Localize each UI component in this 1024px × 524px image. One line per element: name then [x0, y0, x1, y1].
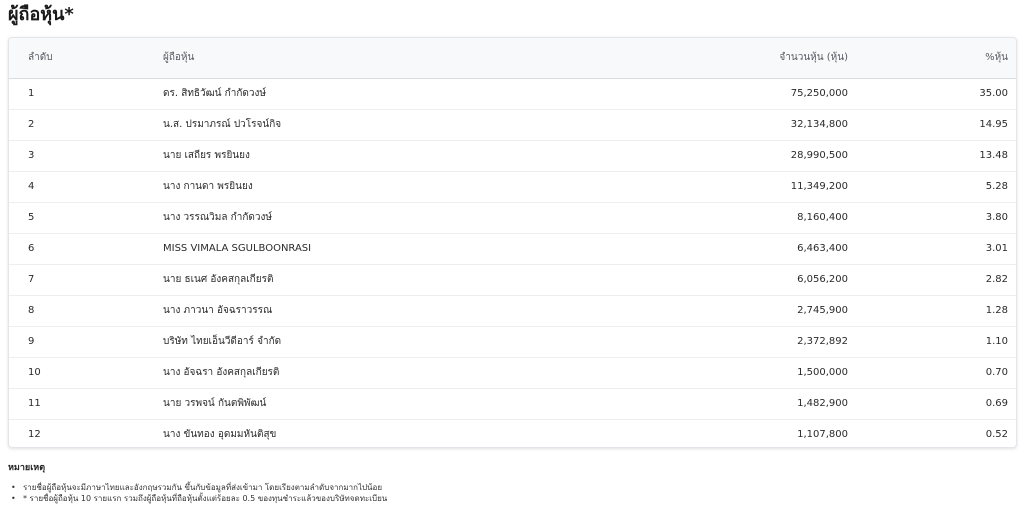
cell-shareholder: นาย เสถียร พรยินยง: [163, 150, 250, 161]
table-row: 11 นาย วรพจน์ กันตพิพัฒน์ 1,482,900 0.69: [9, 388, 1016, 419]
cell-shares: 28,990,500: [790, 150, 848, 161]
cell-shares: 75,250,000: [790, 88, 848, 99]
shareholders-table: ลำดับ ผู้ถือหุ้น จำนวนหุ้น (หุ้น) %หุ้น …: [9, 38, 1016, 447]
table-row: 4 นาง กานดา พรยินยง 11,349,200 5.28: [9, 171, 1016, 202]
cell-percent: 0.70: [985, 367, 1008, 378]
cell-shareholder: นาง วรรณวิมล กำกัดวงษ์: [163, 212, 272, 223]
cell-percent: 3.80: [985, 212, 1008, 223]
notes-section: หมายเหตุ • รายชื่อผู้ถือหุ้นจะมีภาษาไทยแ…: [8, 462, 1008, 504]
cell-shareholder: น.ส. ปรมาภรณ์ ปวโรจน์กิจ: [163, 119, 282, 130]
cell-rank: 10: [28, 367, 41, 378]
cell-shareholder: นาง กานดา พรยินยง: [163, 181, 253, 192]
table-row: 6 MISS VIMALA SGULBOONRASI 6,463,400 3.0…: [9, 233, 1016, 264]
notes-title: หมายเหตุ: [8, 463, 46, 473]
note-item: • * รายชื่อผู้ถือหุ้น 10 รายแรก รวมถึงผู…: [11, 493, 1008, 504]
table-row: 10 นาง อัจฉรา อังคสกุลเกียรติ 1,500,000 …: [9, 357, 1016, 388]
cell-percent: 2.82: [985, 274, 1008, 285]
note-item: • รายชื่อผู้ถือหุ้นจะมีภาษาไทยและอังกฤษร…: [11, 482, 1008, 493]
cell-rank: 11: [28, 398, 41, 409]
header-percent: %หุ้น: [848, 38, 1016, 79]
cell-shares: 8,160,400: [797, 212, 848, 223]
cell-rank: 12: [28, 429, 41, 441]
cell-percent: 14.95: [979, 119, 1008, 130]
header-shares: จำนวนหุ้น (หุ้น): [683, 38, 848, 79]
cell-shares: 32,134,800: [790, 119, 848, 130]
cell-percent: 13.48: [979, 150, 1008, 161]
table-row: 5 นาง วรรณวิมล กำกัดวงษ์ 8,160,400 3.80: [9, 202, 1016, 233]
table-row: 2 น.ส. ปรมาภรณ์ ปวโรจน์กิจ 32,134,800 14…: [9, 109, 1016, 140]
table-header: ลำดับ ผู้ถือหุ้น จำนวนหุ้น (หุ้น) %หุ้น: [9, 38, 1016, 79]
note-text: * รายชื่อผู้ถือหุ้น 10 รายแรก รวมถึงผู้ถ…: [23, 494, 388, 503]
cell-rank: 1: [28, 88, 35, 99]
cell-percent: 3.01: [985, 243, 1008, 254]
cell-shares: 11,349,200: [790, 181, 848, 192]
header-shareholder: ผู้ถือหุ้น: [163, 38, 683, 79]
cell-shareholder: บริษัท ไทยเอ็นวีดีอาร์ จำกัด: [163, 336, 282, 347]
cell-rank: 8: [28, 305, 35, 316]
cell-percent: 1.28: [985, 305, 1008, 316]
cell-shares: 1,500,000: [797, 367, 848, 378]
cell-rank: 5: [28, 212, 35, 223]
cell-shareholder: นาง อัจฉรา อังคสกุลเกียรติ: [163, 367, 280, 378]
notes-list: • รายชื่อผู้ถือหุ้นจะมีภาษาไทยและอังกฤษร…: [8, 482, 1008, 504]
cell-percent: 1.10: [985, 336, 1008, 347]
cell-rank: 6: [28, 243, 35, 254]
table-row: 1 ดร. สิทธิวัฒน์ กำกัดวงษ์ 75,250,000 35…: [9, 78, 1016, 109]
cell-shares: 1,107,800: [797, 429, 848, 441]
cell-percent: 35.00: [979, 88, 1008, 99]
cell-shareholder: นาย ธเนศ อังคสกุลเกียรติ: [163, 274, 274, 285]
table-row: 8 นาง ภาวนา อัจฉราวรรณ 2,745,900 1.28: [9, 295, 1016, 326]
shareholders-table-card: ลำดับ ผู้ถือหุ้น จำนวนหุ้น (หุ้น) %หุ้น …: [8, 37, 1017, 448]
header-rank: ลำดับ: [9, 38, 163, 79]
cell-rank: 4: [28, 181, 35, 192]
bullet-icon: •: [11, 483, 16, 492]
cell-rank: 3: [28, 150, 35, 161]
bullet-icon: •: [11, 494, 16, 503]
cell-percent: 5.28: [985, 181, 1008, 192]
page-title: ผู้ถือหุ้น*: [8, 4, 74, 25]
cell-shareholder: ดร. สิทธิวัฒน์ กำกัดวงษ์: [163, 88, 266, 99]
header-row: ลำดับ ผู้ถือหุ้น จำนวนหุ้น (หุ้น) %หุ้น: [9, 38, 1016, 79]
cell-shareholder: MISS VIMALA SGULBOONRASI: [163, 243, 312, 254]
cell-rank: 2: [28, 119, 35, 130]
cell-shareholder: นาย วรพจน์ กันตพิพัฒน์: [163, 398, 267, 409]
cell-percent: 0.52: [985, 429, 1008, 441]
table-row: 12 นาง ขันทอง อุดมมหันติสุข 1,107,800 0.…: [9, 419, 1016, 447]
cell-shares: 2,372,892: [797, 336, 848, 347]
table-body: 1 ดร. สิทธิวัฒน์ กำกัดวงษ์ 75,250,000 35…: [9, 78, 1016, 447]
cell-shareholder: นาง ภาวนา อัจฉราวรรณ: [163, 305, 273, 316]
cell-shares: 2,745,900: [797, 305, 848, 316]
cell-shares: 6,056,200: [797, 274, 848, 285]
table-row: 7 นาย ธเนศ อังคสกุลเกียรติ 6,056,200 2.8…: [9, 264, 1016, 295]
cell-percent: 0.69: [985, 398, 1008, 409]
cell-shares: 1,482,900: [797, 398, 848, 409]
table-row: 3 นาย เสถียร พรยินยง 28,990,500 13.48: [9, 140, 1016, 171]
cell-rank: 9: [28, 336, 35, 347]
note-text: รายชื่อผู้ถือหุ้นจะมีภาษาไทยและอังกฤษรวม…: [23, 483, 383, 492]
cell-shareholder: นาง ขันทอง อุดมมหันติสุข: [163, 429, 277, 441]
cell-shares: 6,463,400: [797, 243, 848, 254]
table-row: 9 บริษัท ไทยเอ็นวีดีอาร์ จำกัด 2,372,892…: [9, 326, 1016, 357]
cell-rank: 7: [28, 274, 35, 285]
